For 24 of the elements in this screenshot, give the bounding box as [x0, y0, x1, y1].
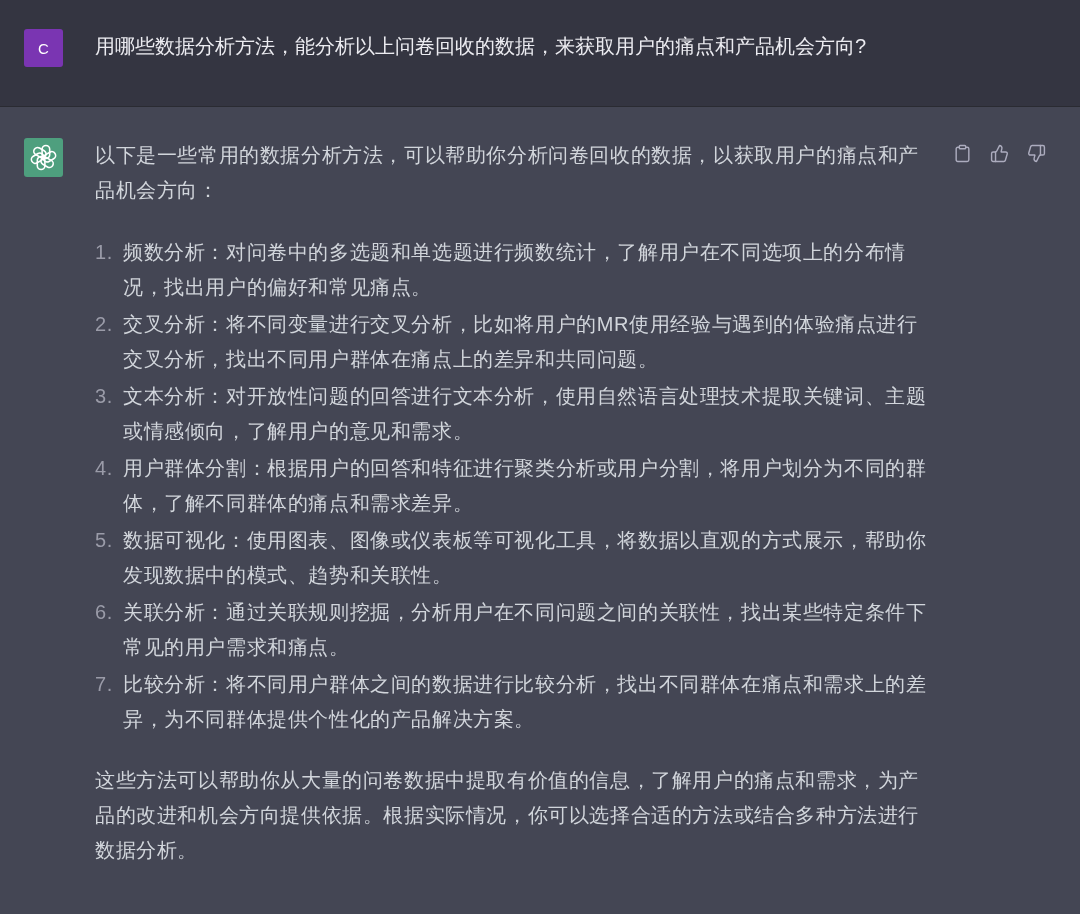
thumbs-up-button[interactable]	[988, 142, 1011, 165]
list-item-text: 关联分析：通过关联规则挖掘，分析用户在不同问题之间的关联性，找出某些特定条件下常见的用户需求和痛点。	[123, 600, 928, 660]
list-item-text: 比较分析：将不同用户群体之间的数据进行比较分析，找出不同群体在痛点和需求上的差异，为不同群体提供个性化的产品解决方案。	[123, 672, 928, 732]
list-number: 7.	[95, 672, 114, 697]
list-item-text: 文本分析：对开放性问题的回答进行文本分析，使用自然语言处理技术提取关键词、主题或情感倾向，了解用户的意见和需求。	[123, 384, 928, 444]
thumbs-down-icon	[1027, 144, 1046, 163]
list-number: 5.	[95, 528, 114, 553]
assistant-avatar-icon	[24, 138, 63, 177]
user-avatar: C	[24, 29, 63, 67]
list-item-text: 频数分析：对问卷中的多选题和单选题进行频数统计，了解用户在不同选项上的分布情况，找出用户的偏好和常见痛点。	[123, 240, 907, 300]
user-message-text: 用哪些数据分析方法，能分析以上问卷回收的数据，来获取用户的痛点和产品机会方向?	[95, 34, 867, 59]
list-number: 6.	[95, 600, 114, 625]
list-item-text: 用户群体分割：根据用户的回答和特征进行聚类分析或用户分割，将用户划分为不同的群体，了解不同群体的痛点和需求差异。	[123, 456, 928, 516]
list-item-text: 交叉分析：将不同变量进行交叉分析，比如将用户的MR使用经验与遇到的体验痛点进行交叉分析，找出不同用户群体在痛点上的差异和共同问题。	[123, 312, 919, 372]
thumbs-down-button[interactable]	[1025, 142, 1048, 165]
list-item-text: 数据可视化：使用图表、图像或仪表板等可视化工具，将数据以直观的方式展示，帮助你发现数据中的模式、趋势和关联性。	[123, 528, 928, 588]
list-number: 4.	[95, 456, 114, 481]
list-number: 2.	[95, 312, 114, 337]
response-conclusion-text: 这些方法可以帮助你从大量的问卷数据中提取有价值的信息，了解用户的痛点和需求，为产品的改进和机会方向提供依据。根据实际情况，你可以选择合适的方法或结合多种方法进行数据分析。	[95, 768, 920, 863]
response-intro-text: 以下是一些常用的数据分析方法，可以帮助你分析问卷回收的数据，以获取用户的痛点和产品机会方向：	[95, 143, 920, 203]
list-number: 1.	[95, 240, 114, 265]
thumbs-up-icon	[990, 144, 1009, 163]
clipboard-icon	[953, 144, 972, 163]
list-number: 3.	[95, 384, 114, 409]
